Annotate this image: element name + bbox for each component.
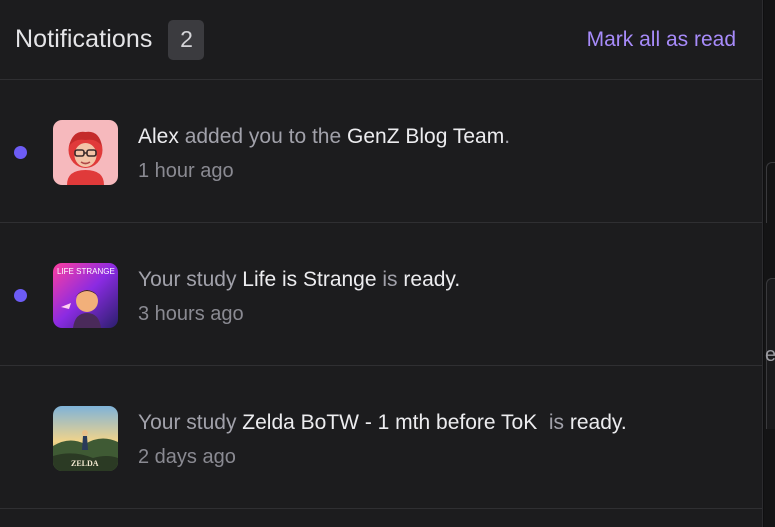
message-text: added you to the — [178, 125, 347, 148]
cover-title-text: ZELDA — [71, 459, 99, 468]
background-card-edge — [766, 162, 775, 223]
notification-time: 1 hour ago — [138, 160, 234, 182]
study-name[interactable]: Life is Strange — [242, 268, 376, 291]
life-is-strange-cover-icon: LIFE STRANGE — [53, 263, 118, 328]
mark-all-read-button[interactable]: Mark all as read — [587, 28, 736, 52]
unread-indicator-dot — [14, 146, 27, 159]
notification-time: 3 hours ago — [138, 303, 244, 325]
notifications-header: Notifications 2 Mark all as read — [0, 0, 762, 80]
notification-item[interactable]: LIFE STRANGE Your study Life is Strange … — [0, 223, 762, 366]
message-text: is — [537, 411, 570, 434]
notifications-panel: Notifications 2 Mark all as read Alex ad… — [0, 0, 763, 527]
notification-message: Alex added you to the GenZ Blog Team. — [138, 124, 742, 150]
panel-bottom-edge — [0, 509, 762, 527]
background-app-strip — [764, 0, 775, 527]
message-text: is — [376, 268, 404, 291]
zelda-cover-icon: ZELDA — [53, 406, 118, 471]
header-title-group: Notifications 2 — [15, 19, 205, 60]
notification-item[interactable]: ZELDA Your study Zelda BoTW - 1 mth befo… — [0, 366, 762, 509]
memoji-avatar-icon — [53, 120, 118, 185]
panel-title: Notifications — [15, 25, 153, 53]
team-name[interactable]: GenZ Blog Team — [347, 125, 504, 148]
status-text: ready. — [403, 268, 461, 291]
cover-title-text: LIFE STRANGE — [57, 267, 115, 276]
study-name[interactable]: Zelda BoTW - 1 mth before ToK — [242, 411, 537, 434]
actor-name[interactable]: Alex — [138, 125, 179, 148]
message-text: Your study — [138, 268, 243, 291]
status-text: ready. — [569, 411, 627, 434]
notification-content: Your study Zelda BoTW - 1 mth before ToK… — [138, 410, 742, 470]
unread-indicator-dot — [14, 289, 27, 302]
notification-message: Your study Zelda BoTW - 1 mth before ToK… — [138, 410, 742, 436]
notification-content: Your study Life is Strange is ready. 3 h… — [138, 267, 742, 327]
notification-message: Your study Life is Strange is ready. — [138, 267, 742, 293]
message-text: Your study — [138, 411, 243, 434]
notification-time: 2 days ago — [138, 446, 236, 468]
notification-content: Alex added you to the GenZ Blog Team. 1 … — [138, 124, 742, 184]
unread-count-badge: 2 — [168, 19, 205, 60]
message-text: . — [504, 125, 511, 148]
notification-item[interactable]: Alex added you to the GenZ Blog Team. 1 … — [0, 80, 762, 223]
background-text-fragment: e — [765, 344, 775, 366]
